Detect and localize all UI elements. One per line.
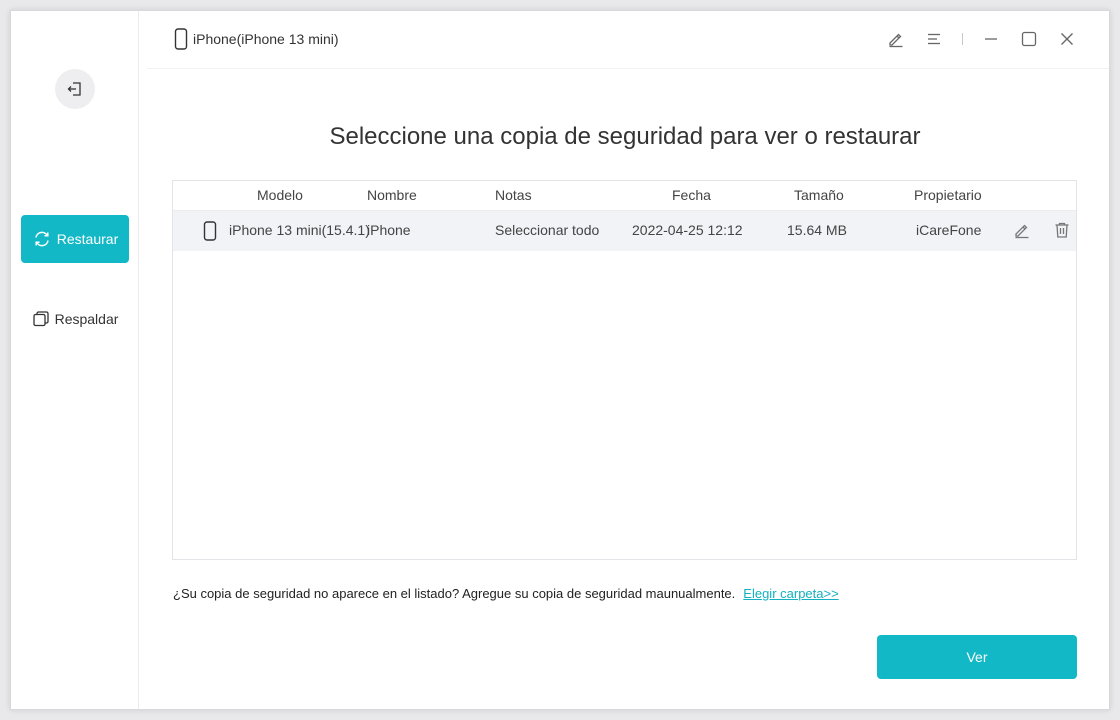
title-bar: iPhone(iPhone 13 mini) bbox=[147, 11, 1109, 69]
edit-icon bbox=[889, 33, 903, 48]
column-header-size: Tamaño bbox=[794, 187, 844, 203]
manual-add-note: ¿Su copia de seguridad no aparece en el … bbox=[173, 586, 839, 601]
sidebar-item-label: Respaldar bbox=[54, 311, 119, 327]
column-header-name: Nombre bbox=[367, 187, 417, 203]
phone-icon bbox=[203, 221, 217, 241]
minimize-button[interactable] bbox=[981, 29, 1001, 49]
device-indicator: iPhone(iPhone 13 mini) bbox=[174, 28, 339, 50]
backup-icon bbox=[32, 311, 49, 327]
column-header-owner: Propietario bbox=[914, 187, 982, 203]
back-button[interactable] bbox=[55, 69, 95, 109]
choose-folder-link[interactable]: Elegir carpeta>> bbox=[743, 586, 838, 601]
table-header: Modelo Nombre Notas Fecha Tamaño Propiet… bbox=[173, 181, 1076, 211]
menu-icon bbox=[928, 33, 940, 45]
window-controls bbox=[886, 29, 1077, 49]
maximize-icon bbox=[1021, 31, 1037, 47]
cell-notes: Seleccionar todo bbox=[495, 222, 600, 238]
table-row[interactable]: iPhone 13 mini(15.4.1) iPhone Selecciona… bbox=[173, 211, 1076, 251]
sidebar-item-backup[interactable]: Respaldar bbox=[21, 295, 129, 343]
cell-owner: iCareFone bbox=[916, 222, 982, 238]
toolbar-divider bbox=[962, 33, 963, 45]
view-button[interactable]: Ver bbox=[877, 635, 1077, 679]
sidebar-item-restore[interactable]: Restaurar bbox=[21, 215, 129, 263]
delete-backup-button[interactable] bbox=[1053, 221, 1071, 242]
maximize-button[interactable] bbox=[1019, 29, 1039, 49]
cell-date: 2022-04-25 12:12 bbox=[632, 222, 743, 238]
column-header-notes: Notas bbox=[495, 187, 532, 203]
back-exit-icon bbox=[67, 82, 81, 96]
sidebar-item-label: Restaurar bbox=[56, 231, 119, 247]
app-window: Restaurar Respaldar iPhone(iPhone 13 min… bbox=[10, 10, 1110, 710]
feedback-edit-button[interactable] bbox=[886, 29, 906, 49]
restore-icon bbox=[35, 231, 49, 247]
phone-icon bbox=[174, 28, 188, 50]
note-text: ¿Su copia de seguridad no aparece en el … bbox=[173, 586, 736, 601]
sidebar: Restaurar Respaldar bbox=[11, 11, 139, 709]
cell-model: iPhone 13 mini(15.4.1) bbox=[229, 222, 370, 238]
cell-name: iPhone bbox=[367, 222, 411, 238]
menu-button[interactable] bbox=[924, 29, 944, 49]
edit-backup-button[interactable] bbox=[1013, 221, 1031, 242]
cell-size: 15.64 MB bbox=[787, 222, 847, 238]
column-header-model: Modelo bbox=[257, 187, 303, 203]
backup-table: Modelo Nombre Notas Fecha Tamaño Propiet… bbox=[172, 180, 1077, 560]
close-button[interactable] bbox=[1057, 29, 1077, 49]
trash-icon bbox=[1055, 222, 1069, 238]
close-icon bbox=[1061, 33, 1073, 45]
device-name: iPhone(iPhone 13 mini) bbox=[193, 31, 339, 47]
page-title: Seleccione una copia de seguridad para v… bbox=[329, 123, 921, 150]
edit-icon bbox=[1015, 224, 1029, 239]
device-phone-icon bbox=[203, 221, 217, 244]
minimize-icon bbox=[985, 38, 997, 40]
column-header-date: Fecha bbox=[672, 187, 711, 203]
